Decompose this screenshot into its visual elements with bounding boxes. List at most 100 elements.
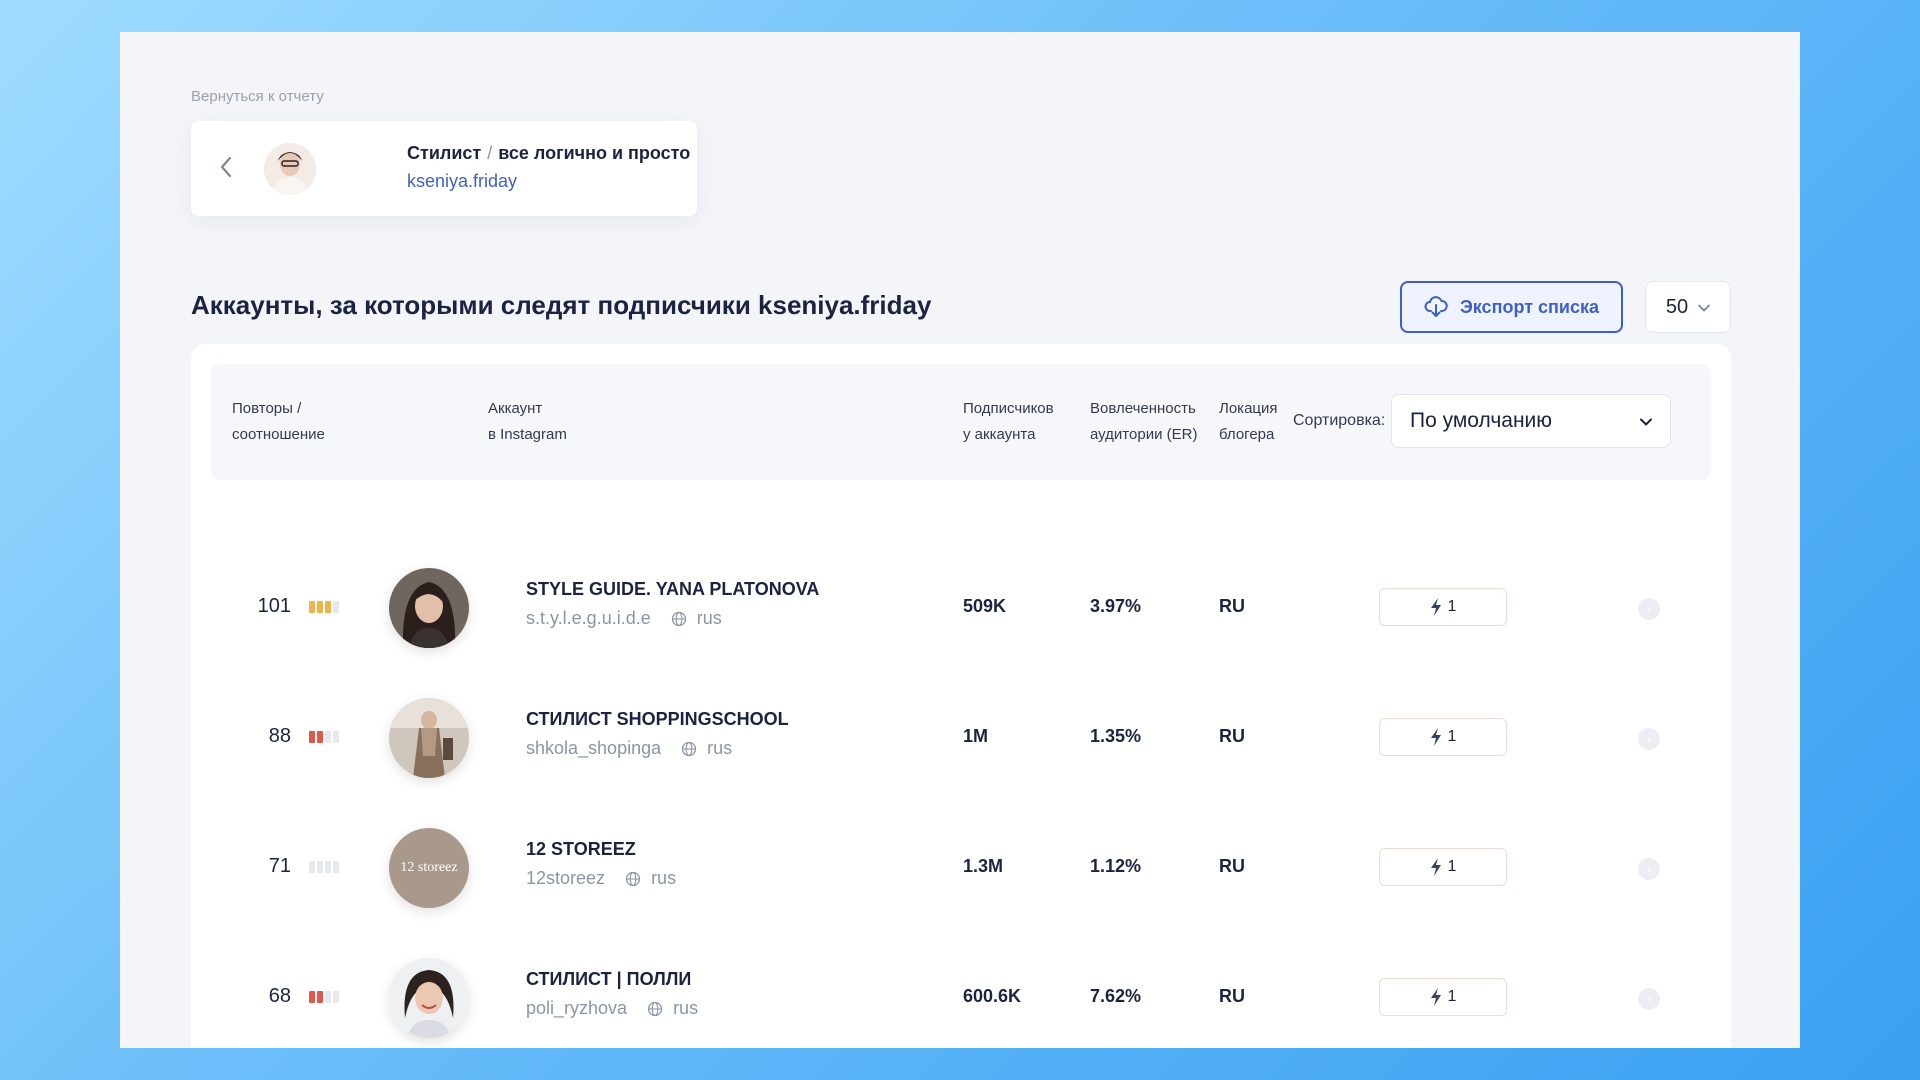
subscribers-count: 600.6K [963,986,1022,1006]
sort-select[interactable]: По умолчанию [1391,394,1671,448]
account-title[interactable]: 12 STOREEZ [526,839,636,860]
header-account: Аккаунт в Instagram [488,396,567,448]
account-handle-line: poli_ryzhova rus [526,998,698,1019]
globe-icon [625,871,641,886]
account-avatar[interactable]: 12 storeez [389,828,469,908]
header-er-line1: Вовлеченность [1090,400,1196,417]
ratio-bar-segment [325,991,331,1003]
account-title[interactable]: СТИЛИСТ | ПОЛЛИ [526,969,691,990]
account-language: rus [651,868,677,888]
account-handle[interactable]: 12storeez [526,868,605,889]
header-repeats[interactable]: Повторы / соотношение [232,396,325,448]
engagement-rate: 1.12% [1090,856,1142,876]
lightning-icon [1430,728,1441,746]
account-language: rus [673,998,699,1018]
export-list-button[interactable]: Экспорт списка [1400,281,1623,333]
account-handle[interactable]: shkola_shopinga [526,738,661,759]
arrow-right-icon[interactable]: › [1638,858,1660,880]
profile-name-line: Стилист / все логично и просто [407,143,690,164]
location: RU [1219,726,1245,746]
ratio-bars [309,861,339,873]
account-handle[interactable]: poli_ryzhova [526,998,627,1019]
subscribers-count: 509K [963,596,1007,616]
boost-button[interactable]: 1 [1379,588,1507,626]
ratio-bar-segment [317,991,323,1003]
ratio-bar-segment [333,861,339,873]
lightning-icon [1430,598,1441,616]
boost-count: 1 [1447,598,1457,615]
lightning-icon [1430,858,1441,876]
header-er-line2: аудитории (ER) [1090,426,1198,443]
subscribers-count: 1.3M [963,856,1004,876]
arrow-right-icon[interactable]: › [1638,598,1660,620]
back-to-report-link[interactable]: Вернуться к отчету [191,88,324,105]
profile-name: Стилист [407,143,482,163]
header-location[interactable]: Локация блогера [1219,396,1278,448]
ratio-bar-segment [317,601,323,613]
header-subs-line1: Подписчиков [963,400,1054,417]
account-handle-line: 12storeez rus [526,868,676,889]
ratio-bar-segment [325,861,331,873]
chevron-down-icon [1640,413,1652,429]
sort-value: По умолчанию [1410,409,1553,432]
ratio-bar-segment [317,861,323,873]
ratio-bar-segment [325,601,331,613]
table-row[interactable]: 88 СТИЛИСТ SHOPPINGSCHOOL shkola_shoping… [191,675,1731,805]
boost-count: 1 [1447,728,1457,745]
ratio-bar-segment [309,601,315,613]
per-page-value: 50 [1665,295,1689,318]
main-frame: Вернуться к отчету Стилист / все логично и… [120,32,1800,1048]
location: RU [1219,596,1245,616]
lightning-icon [1430,988,1441,1006]
ratio-bars [309,731,339,743]
repeats-count: 88 [268,725,291,747]
account-avatar[interactable] [389,958,469,1038]
globe-icon [671,611,686,626]
boost-button[interactable]: 1 [1379,978,1507,1016]
table-row[interactable]: 68 СТИЛИСТ | ПОЛЛИ poli_ryzhova rus 600.… [191,935,1731,1048]
boost-button[interactable]: 1 [1379,848,1507,886]
ratio-bars [309,601,339,613]
chevron-down-icon [1698,300,1711,315]
page-title: Аккаунты, за которыми следят подписчики … [191,290,932,320]
header-repeats-line1: Повторы / [232,400,302,417]
account-language: rus [696,608,722,628]
ratio-bar-segment [333,991,339,1003]
ratio-bar-segment [309,731,315,743]
boost-count: 1 [1447,988,1457,1005]
profile-card: Стилист / все логично и просто kseniya.fri… [191,121,697,216]
location: RU [1219,986,1245,1006]
engagement-rate: 1.35% [1090,726,1142,746]
account-title[interactable]: STYLE GUIDE. YANA PLATONOVA [526,579,819,600]
arrow-right-icon[interactable]: › [1638,728,1660,750]
account-avatar[interactable] [389,698,469,778]
boost-count: 1 [1447,858,1457,875]
cloud-download-icon [1424,296,1448,317]
profile-avatar [264,143,316,195]
globe-icon [681,741,697,756]
account-handle[interactable]: s.t.y.l.e.g.u.i.d.e [526,608,651,629]
account-avatar[interactable] [389,568,469,648]
per-page-select[interactable]: 50 [1645,281,1731,333]
header-loc-line1: Локация [1219,400,1278,417]
sort-label: Сортировка: [1293,412,1386,429]
engagement-rate: 7.62% [1090,986,1142,1006]
avatar-logo-text: 12 storeez [400,860,458,875]
header-subscribers[interactable]: Подписчиков у аккаунта [963,396,1054,448]
profile-handle[interactable]: kseniya.friday [407,171,517,192]
ratio-bars [309,991,339,1003]
export-list-label: Экспорт списка [1459,296,1599,317]
globe-icon [647,1001,663,1016]
repeats-count: 101 [257,595,291,617]
table-row[interactable]: 71 12 storeez 12 STOREEZ 12storeez rus 1… [191,805,1731,935]
header-er[interactable]: Вовлеченность аудитории (ER) [1090,396,1197,448]
account-handle-line: s.t.y.l.e.g.u.i.d.e rus [526,608,722,629]
header-account-line2: в Instagram [488,426,567,443]
repeats-count: 68 [268,985,291,1007]
boost-button[interactable]: 1 [1379,718,1507,756]
chevron-left-icon[interactable] [219,155,237,181]
account-title[interactable]: СТИЛИСТ SHOPPINGSCHOOL [526,709,789,730]
repeats-count: 71 [268,855,291,877]
table-row[interactable]: 101 STYLE GUIDE. YANA PLATONOVA s.t.y.l.… [191,545,1731,675]
arrow-right-icon[interactable]: › [1638,988,1660,1010]
